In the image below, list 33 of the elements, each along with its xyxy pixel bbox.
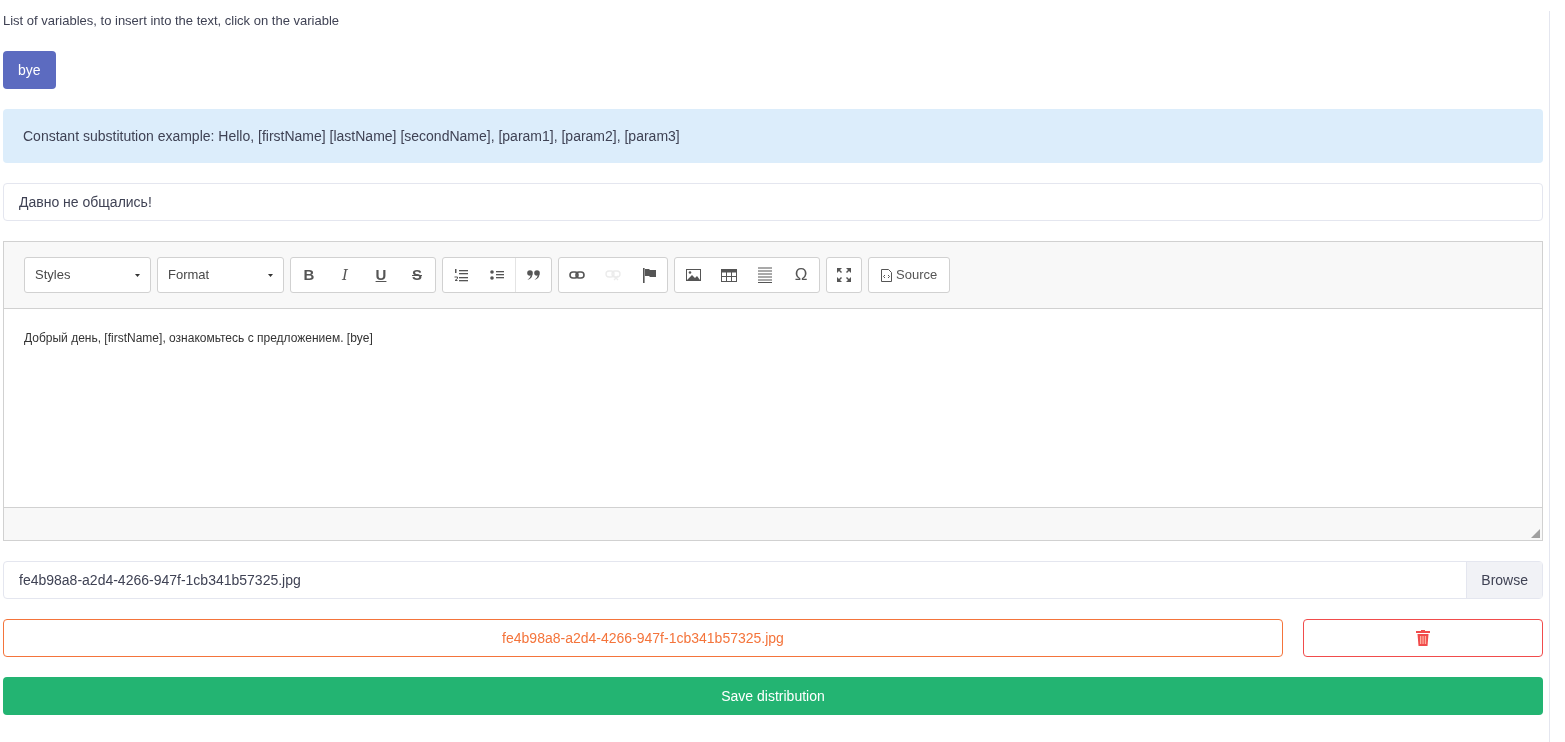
toolbar-button[interactable] — [826, 257, 862, 293]
format-button[interactable]: S — [399, 258, 435, 292]
editor-content[interactable]: Добрый день, [firstName], ознакомьтесь с предложением. [bye] — [4, 309, 1542, 507]
caret-icon — [268, 273, 273, 277]
browse-button[interactable]: Browse — [1466, 562, 1542, 598]
format-button[interactable]: B — [291, 258, 327, 292]
flag-icon — [642, 267, 656, 283]
subject-field[interactable]: Давно не общались! — [3, 183, 1543, 221]
table-icon — [721, 268, 737, 282]
horizontal-lines-icon — [758, 267, 772, 283]
quote-icon — [526, 270, 541, 280]
editor-text: Добрый день, [firstName], ознакомьтесь с предложением. [bye] — [24, 331, 373, 345]
trash-icon — [1416, 630, 1430, 646]
resize-handle-icon[interactable] — [1531, 529, 1540, 538]
source-button[interactable]: Source — [868, 257, 951, 293]
bulleted-list-icon — [490, 269, 504, 281]
link-icon — [569, 271, 585, 279]
variables-hint: List of variables, to insert into the text, click on the variable — [3, 12, 339, 30]
image-icon — [685, 269, 701, 281]
numbered-list-icon — [454, 268, 468, 282]
toolbar-dropdown[interactable]: Styles — [24, 257, 151, 293]
maximize-icon — [837, 268, 851, 282]
format-button[interactable]: U — [363, 258, 399, 292]
delete-button[interactable] — [1303, 619, 1543, 657]
file-name: fe4b98a8-a2d4-4266-947f-1cb341b57325.jpg — [18, 570, 302, 590]
variable-button[interactable]: bye — [3, 51, 56, 89]
file-field[interactable]: fe4b98a8-a2d4-4266-947f-1cb341b57325.jpg Browse — [3, 561, 1543, 599]
caret-icon — [135, 273, 140, 277]
toolbar-dropdown[interactable]: Format — [157, 257, 284, 293]
format-button[interactable]: I — [327, 258, 363, 292]
format-button[interactable]: Ω — [783, 258, 819, 292]
info-alert: Constant substitution example: Hello, [firstName] [lastName] [secondName], [param1], [param2], [param3] — [3, 109, 1543, 163]
document-icon — [881, 268, 892, 282]
